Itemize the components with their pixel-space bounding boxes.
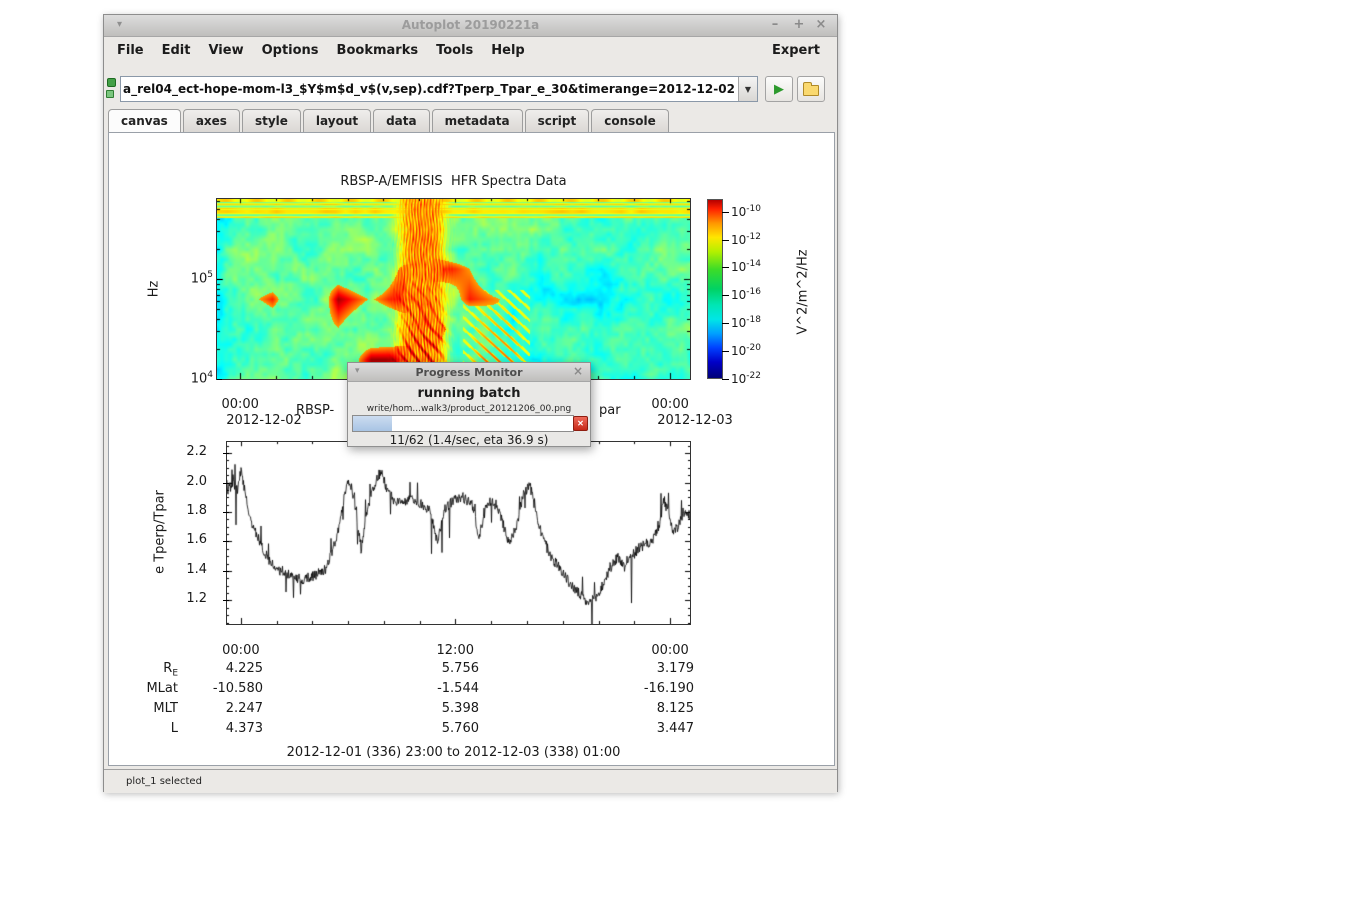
- ephemeris-value: -10.580: [163, 681, 263, 699]
- menu-item-bookmarks[interactable]: Bookmarks: [328, 43, 428, 58]
- spectrogram-y-axis-label: Hz: [147, 281, 162, 298]
- ephemeris-value: 5.756: [379, 661, 479, 679]
- uri-type-icon: [107, 78, 116, 87]
- x-tick-label: 2012-12-02: [220, 413, 308, 428]
- menu-item-edit[interactable]: Edit: [153, 43, 200, 58]
- colorbar-tick-label: 10-14: [731, 259, 761, 276]
- progress-counter: 11/62 (1.4/sec, eta 36.9 s): [348, 433, 590, 447]
- minimize-button[interactable]: –: [767, 17, 783, 32]
- folder-icon: [803, 85, 819, 96]
- ratio-tick-label: 1.4: [161, 562, 207, 580]
- tab-script[interactable]: script: [525, 109, 590, 132]
- tab-console[interactable]: console: [591, 109, 669, 132]
- uri-aggregation-icon: [106, 90, 114, 98]
- colorbar-tick-label: 10-16: [731, 287, 761, 304]
- ephemeris-value: 4.225: [163, 661, 263, 679]
- colorbar-axis-label: V^2/m^2/Hz: [796, 249, 811, 334]
- dialog-close-button[interactable]: ×: [573, 364, 583, 378]
- x-tick-label: 12:00: [425, 643, 485, 658]
- occluded-plot-title-right: par: [599, 403, 621, 418]
- ephemeris-value: 3.179: [594, 661, 694, 679]
- ephemeris-value: 5.398: [379, 701, 479, 719]
- ratio-tick-label: 2.2: [161, 444, 207, 462]
- close-button[interactable]: ×: [813, 17, 829, 32]
- spectrogram-y-ticks: 105104: [163, 199, 213, 381]
- chevron-down-icon: ▼: [745, 85, 751, 94]
- spectrogram-plot[interactable]: [216, 198, 691, 380]
- tab-canvas[interactable]: canvas: [108, 109, 181, 132]
- ratio-tick-label: 2.0: [161, 474, 207, 492]
- progress-detail: write/hom...walk3/product_20121206_00.pn…: [348, 404, 590, 414]
- ephemeris-value: 4.373: [163, 721, 263, 739]
- go-button[interactable]: ▶: [765, 76, 793, 102]
- window-title: Autoplot 20190221a: [104, 18, 837, 32]
- x-tick-label: 00:00: [210, 397, 270, 412]
- uri-dropdown-button[interactable]: ▼: [738, 77, 757, 101]
- ephemeris-value: 5.760: [379, 721, 479, 739]
- frequency-tick-label: 104: [163, 370, 213, 388]
- time-range-label: 2012-12-01 (336) 23:00 to 2012-12-03 (33…: [217, 745, 690, 760]
- x-tick-label: 00:00: [640, 643, 700, 658]
- ephemeris-table: RE4.2255.7563.179MLat-10.580-1.544-16.19…: [109, 661, 836, 745]
- ephemeris-value: 8.125: [594, 701, 694, 719]
- progress-monitor-dialog: ▾ Progress Monitor × running batch write…: [347, 362, 591, 447]
- frequency-tick-label: 105: [163, 270, 213, 288]
- colorbar: [707, 199, 723, 379]
- x-tick-label: 00:00: [211, 643, 271, 658]
- colorbar-gradient: [708, 200, 722, 378]
- colorbar-tick-label: 10-10: [731, 204, 761, 221]
- status-bar: plot_1 selected: [104, 769, 837, 793]
- uri-combo: ▼: [120, 76, 758, 102]
- ratio-tick-label: 1.8: [161, 503, 207, 521]
- colorbar-ticks: 10-1010-1210-1410-1610-1810-2010-22: [731, 199, 793, 383]
- menu-item-help[interactable]: Help: [482, 43, 533, 58]
- menu-item-tools[interactable]: Tools: [427, 43, 482, 58]
- timeseries-y-ticks: 2.2 2.0 1.8 1.6 1.4 1.2: [161, 442, 207, 624]
- tab-layout[interactable]: layout: [303, 109, 371, 132]
- menu-item-view[interactable]: View: [199, 43, 252, 58]
- status-text: plot_1 selected: [126, 776, 202, 787]
- progress-bar-fill: [353, 416, 392, 431]
- ratio-tick-label: 1.6: [161, 532, 207, 550]
- uri-input[interactable]: [121, 77, 738, 101]
- ephemeris-value: 3.447: [594, 721, 694, 739]
- ephemeris-value: -1.544: [379, 681, 479, 699]
- colorbar-tick-label: 10-12: [731, 232, 761, 249]
- tab-data[interactable]: data: [373, 109, 430, 132]
- cancel-x-icon: ✕: [577, 419, 584, 428]
- window-titlebar[interactable]: ▾ Autoplot 20190221a – + ×: [104, 15, 837, 37]
- menu-item-options[interactable]: Options: [253, 43, 328, 58]
- colorbar-tick-label: 10-20: [731, 343, 761, 360]
- uri-toolbar: ▼ ▶: [104, 63, 837, 109]
- dialog-titlebar[interactable]: ▾ Progress Monitor ×: [348, 363, 590, 382]
- x-tick-label: 00:00: [640, 397, 700, 412]
- menubar: FileEditViewOptionsBookmarksToolsHelp Exp…: [104, 37, 837, 63]
- ratio-tick-label: 1.2: [161, 591, 207, 609]
- timeseries-plot[interactable]: [226, 441, 691, 625]
- colorbar-tick-label: 10-22: [731, 371, 761, 388]
- tab-style[interactable]: style: [242, 109, 301, 132]
- dialog-title: Progress Monitor: [348, 366, 590, 379]
- plot-title: RBSP-A/EMFISIS HFR Spectra Data: [217, 174, 690, 189]
- maximize-button[interactable]: +: [791, 17, 807, 32]
- occluded-plot-title-left: RBSP-: [296, 403, 334, 418]
- tab-bar: canvasaxesstylelayoutdatametadatascriptc…: [108, 109, 671, 132]
- tab-axes[interactable]: axes: [183, 109, 240, 132]
- expert-mode-label[interactable]: Expert: [763, 43, 829, 58]
- x-tick-label: 2012-12-03: [651, 413, 739, 428]
- plot-canvas-panel: RBSP-A/EMFISIS HFR Spectra Data Hz 10510…: [108, 132, 835, 766]
- desktop: ▾ Autoplot 20190221a – + × FileEditViewO…: [0, 0, 1345, 916]
- colorbar-tick-label: 10-18: [731, 315, 761, 332]
- progress-bar: [352, 415, 574, 432]
- ephemeris-value: 2.247: [163, 701, 263, 719]
- menu-item-file[interactable]: File: [108, 43, 153, 58]
- ephemeris-value: -16.190: [594, 681, 694, 699]
- open-local-file-button[interactable]: [797, 76, 825, 102]
- progress-status: running batch: [348, 386, 590, 401]
- tab-metadata[interactable]: metadata: [432, 109, 523, 132]
- cancel-button[interactable]: ✕: [573, 416, 588, 431]
- play-icon: ▶: [774, 81, 784, 96]
